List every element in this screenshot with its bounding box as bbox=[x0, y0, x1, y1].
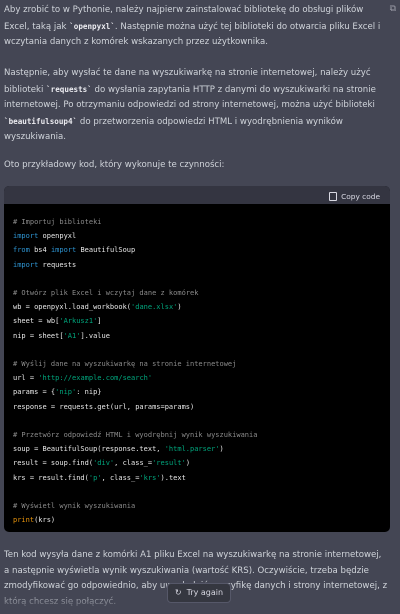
code-line: sheet = wb['Arkusz1'] bbox=[13, 317, 102, 326]
paragraph-2: Następnie, aby wysłać te dane na wyszuki… bbox=[4, 68, 376, 142]
paragraph-1: Aby zrobić to w Pythonie, należy najpier… bbox=[4, 5, 381, 47]
code-line: # Wyświetl wynik wyszukiwania bbox=[13, 502, 136, 511]
code-line: response = requests.get(url, params=para… bbox=[13, 402, 195, 411]
inline-code-beautifulsoup4: `beautifulsoup4` bbox=[4, 116, 78, 126]
code-block-header: Copy code bbox=[4, 186, 390, 204]
code-line: nip = sheet['A1'].value bbox=[13, 331, 110, 340]
code-line: soup = BeautifulSoup(response.text, 'htm… bbox=[13, 445, 224, 454]
code-line: krs = result.find('p', class_='krs').tex… bbox=[13, 473, 186, 482]
code-line: from bs4 import BeautifulSoup bbox=[13, 246, 136, 255]
code-line: import requests bbox=[13, 260, 77, 269]
code-line: import openpyxl bbox=[13, 232, 77, 241]
inline-code-openpyxl: `openpyxl` bbox=[69, 21, 115, 31]
code-line: wb = openpyxl.load_workbook('dane.xlsx') bbox=[13, 303, 182, 312]
paragraph-3: Oto przykładowy kod, który wykonuje te c… bbox=[4, 160, 225, 170]
code-line: # Przetwórz odpowiedź HTML i wyodrębnij … bbox=[13, 431, 258, 440]
code-line: print(krs) bbox=[13, 516, 56, 525]
code-line: # Importuj biblioteki bbox=[13, 218, 102, 226]
code-block: Copy code # Importuj biblioteki import op… bbox=[4, 186, 390, 532]
try-again-button[interactable]: ↻ Try again bbox=[167, 583, 231, 603]
copy-icon[interactable]: ⧉ bbox=[390, 2, 396, 18]
copy-code-button[interactable]: Copy code bbox=[329, 189, 380, 205]
code-line: params = {'nip': nip} bbox=[13, 388, 102, 397]
code-line: # Otwórz plik Excel i wczytaj dane z kom… bbox=[13, 289, 199, 298]
code-content: # Importuj biblioteki import openpyxl from… bbox=[4, 204, 390, 532]
inline-code-requests: `requests` bbox=[46, 84, 92, 94]
code-line: # Wyślij dane na wyszukiwarkę na stronie… bbox=[13, 360, 237, 369]
code-line: result = soup.find('div', class_='result… bbox=[13, 459, 191, 468]
code-line: url = 'http://example.com/search' bbox=[13, 374, 153, 383]
clipboard-icon bbox=[329, 192, 338, 202]
refresh-icon: ↻ bbox=[174, 588, 182, 598]
